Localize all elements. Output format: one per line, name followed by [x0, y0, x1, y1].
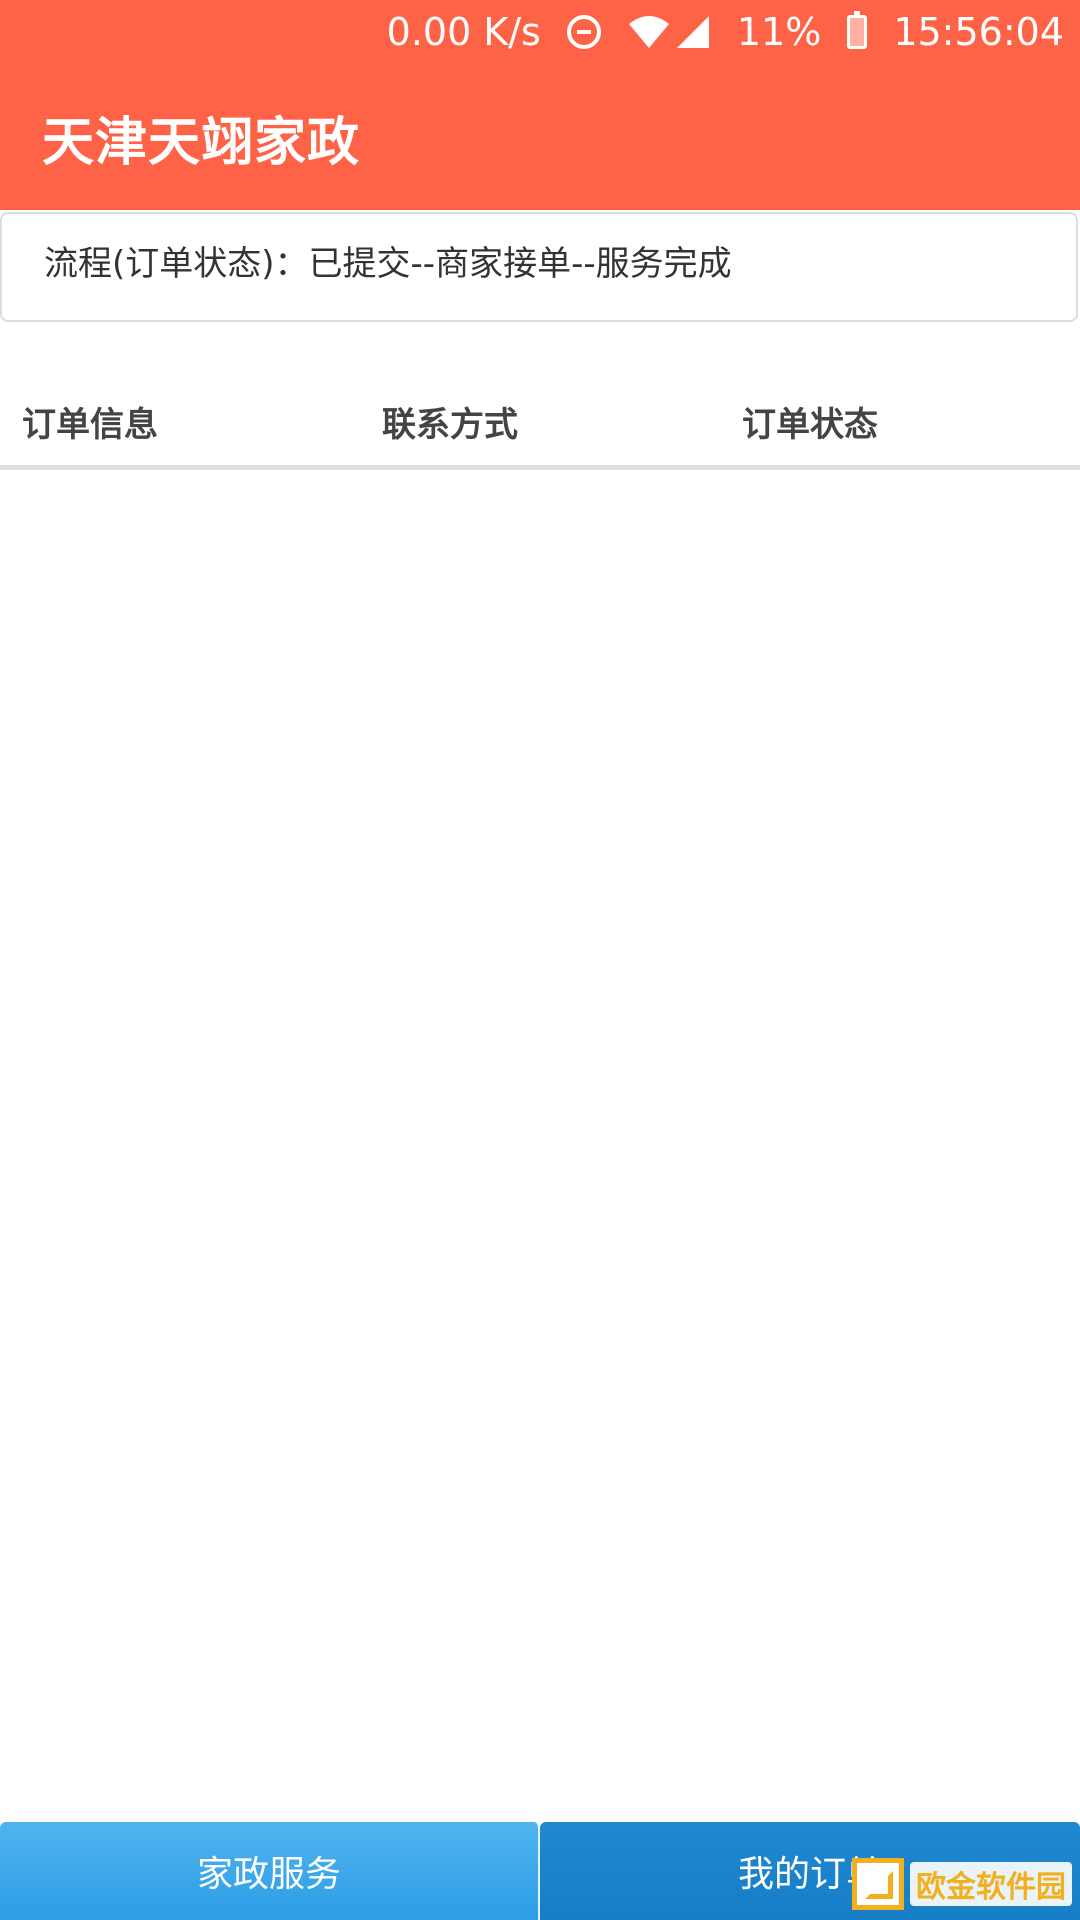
column-header-order-status: 订单状态 [742, 405, 878, 445]
status-bar: 0.00 K/s 11% 15:56:04 [0, 0, 1080, 64]
do-not-disturb-icon [566, 15, 601, 49]
column-header-contact: 联系方式 [382, 405, 518, 445]
network-speed: 0.00 K/s [386, 10, 541, 54]
app-title: 天津天翊家政 [42, 112, 361, 173]
nav-housekeeping-service-label: 家政服务 [196, 1854, 341, 1895]
order-table-header: 订单信息 联系方式 订单状态 [0, 378, 1080, 470]
nav-housekeeping-service-button[interactable]: 家政服务 [0, 1822, 540, 1920]
watermark: 欧金软件园 [852, 1854, 1072, 1914]
order-flow-text: 流程(订单状态)：已提交--商家接单--服务完成 [44, 244, 732, 284]
signal-icon [675, 14, 711, 50]
battery-percent: 11% [736, 10, 822, 54]
wifi-icon [627, 14, 671, 50]
clock: 15:56:04 [893, 10, 1064, 54]
order-flow-card: 流程(订单状态)：已提交--商家接单--服务完成 [0, 212, 1078, 322]
screen: 0.00 K/s 11% 15:56:04 天津天翊家政 流程(订单状态)：已提… [0, 0, 1080, 1920]
column-header-order-info: 订单信息 [22, 405, 158, 445]
order-list [0, 472, 1080, 1820]
battery-icon [847, 11, 868, 49]
watermark-logo-icon [852, 1858, 904, 1910]
watermark-text: 欧金软件园 [910, 1862, 1072, 1906]
app-bar: 天津天翊家政 [0, 64, 1080, 210]
